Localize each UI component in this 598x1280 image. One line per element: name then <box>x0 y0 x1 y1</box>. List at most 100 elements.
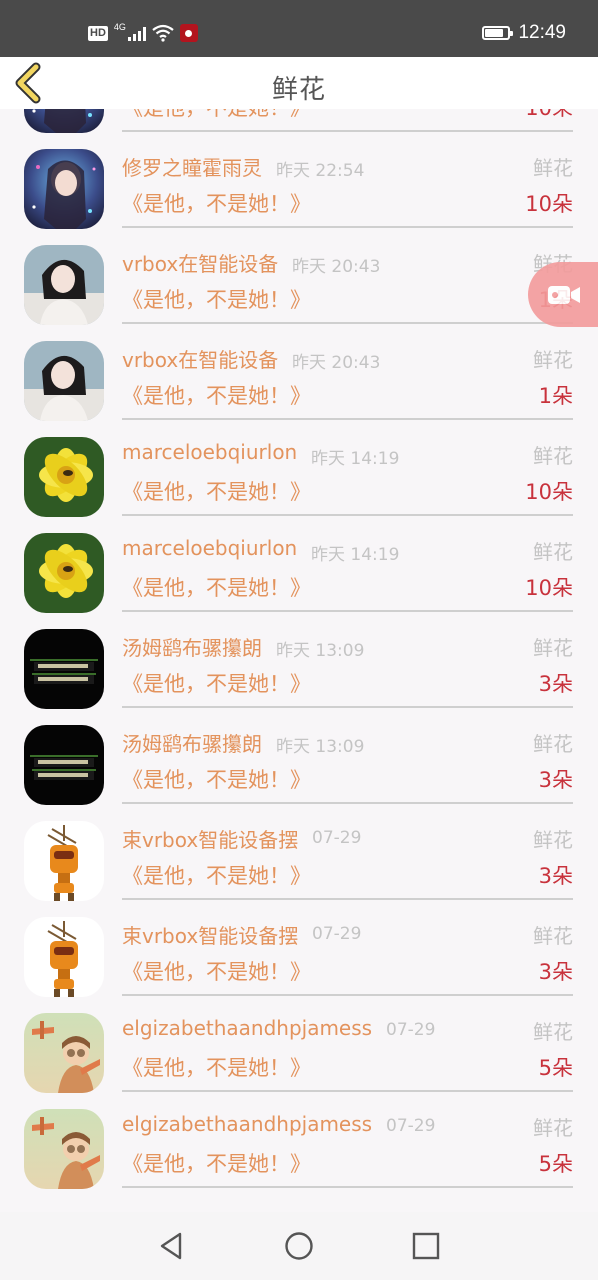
username[interactable]: elgizabethaandhpjamess <box>122 1112 372 1136</box>
user-avatar[interactable] <box>24 437 104 517</box>
user-avatar[interactable] <box>24 149 104 229</box>
home-circle-icon <box>285 1232 313 1260</box>
signal-icon <box>127 25 146 41</box>
divider <box>122 610 573 612</box>
gift-record-list-inner: 修罗之瞳霍雨灵昨天 22:54鲜花《是他，不是她！》10朵修罗之瞳霍雨灵昨天 2… <box>0 109 598 1195</box>
gift-count: 10朵 <box>525 109 573 122</box>
divider <box>122 802 573 804</box>
gift-type: 鲜花 <box>533 828 573 852</box>
nav-home-button[interactable] <box>283 1230 315 1262</box>
gift-type: 鲜花 <box>533 1020 573 1044</box>
book-title[interactable]: 《是他，不是她！》 <box>122 668 311 698</box>
book-title[interactable]: 《是他，不是她！》 <box>122 1148 311 1178</box>
user-avatar[interactable] <box>24 821 104 901</box>
gift-count: 5朵 <box>538 1152 573 1176</box>
gift-type: 鲜花 <box>533 444 573 468</box>
divider <box>122 514 573 516</box>
book-title[interactable]: 《是他，不是她！》 <box>122 860 311 890</box>
list-item[interactable]: marceloebqiurlon 昨天 14:19 鲜花 《是他，不是她！》 10朵 <box>0 427 598 523</box>
divider <box>122 130 573 132</box>
user-avatar[interactable] <box>24 629 104 709</box>
user-avatar[interactable] <box>24 725 104 805</box>
list-item[interactable]: vrbox在智能设备昨天 20:43 鲜花《是他，不是她！》 1朵 <box>0 331 598 427</box>
recents-square-icon <box>412 1232 440 1260</box>
timestamp: 昨天 14:19 <box>311 449 400 469</box>
gift-count: 3朵 <box>538 864 573 888</box>
back-triangle-icon <box>160 1232 182 1260</box>
username[interactable]: marceloebqiurlon <box>122 440 297 464</box>
list-item[interactable]: elgizabethaandhpjamess 07-29 鲜花 《是他，不是她！》 5朵 <box>0 1099 598 1195</box>
timestamp: 昨天 14:19 <box>311 545 400 565</box>
timestamp: 昨天 13:09 <box>276 737 365 757</box>
list-item[interactable]: 束vrbox智能设备摆 07-29 鲜花《是他，不是她！》 3朵 <box>0 811 598 907</box>
list-item[interactable]: 汤姆鹞布骡攥朗 昨天 13:09 鲜花《是他，不是她！》 3朵 <box>0 619 598 715</box>
gift-type: 鲜花 <box>533 348 573 372</box>
status-time: 12:49 <box>518 22 566 43</box>
title-bar: 鲜花 <box>0 57 598 109</box>
list-item[interactable]: 束vrbox智能设备摆 07-29 鲜花 《是他，不是她！》 3朵 <box>0 907 598 1003</box>
list-item[interactable]: marceloebqiurlon 昨天 14:19 鲜花 《是他，不是她！》 10朵 <box>0 523 598 619</box>
username[interactable]: 汤姆鹞布骡攥朗 <box>122 632 262 661</box>
gift-type: 鲜花 <box>533 636 573 660</box>
divider <box>122 1090 573 1092</box>
gift-type: 鲜花 <box>533 540 573 564</box>
book-title[interactable]: 《是他，不是她！》 <box>122 764 311 794</box>
list-item[interactable]: 汤姆鹞布骡攥朗 昨天 13:09 鲜花《是他，不是她！》 3朵 <box>0 715 598 811</box>
username[interactable]: 束vrbox智能设备摆 <box>122 824 298 853</box>
user-avatar[interactable] <box>24 341 104 421</box>
timestamp: 07-29 <box>312 924 362 944</box>
wifi-icon <box>152 24 174 42</box>
username[interactable]: 汤姆鹞布骡攥朗 <box>122 728 262 757</box>
status-bar: HD 4G 12:49 <box>0 0 598 57</box>
floating-video-button[interactable] <box>528 262 598 327</box>
timestamp: 昨天 22:54 <box>276 161 365 181</box>
timestamp: 07-29 <box>312 828 362 848</box>
gift-count: 3朵 <box>538 672 573 696</box>
timestamp: 昨天 20:43 <box>292 353 381 373</box>
divider <box>122 226 573 228</box>
gift-record-list[interactable]: 修罗之瞳霍雨灵昨天 22:54鲜花《是他，不是她！》10朵修罗之瞳霍雨灵昨天 2… <box>0 109 598 1212</box>
gift-count: 1朵 <box>538 384 573 408</box>
list-item[interactable]: vrbox在智能设备昨天 20:43鲜花《是他，不是她！》1朵 <box>0 235 598 331</box>
list-item[interactable]: elgizabethaandhpjamess 07-29 鲜花《是他，不是她！》 5朵 <box>0 1003 598 1099</box>
user-avatar[interactable] <box>24 533 104 613</box>
username[interactable]: vrbox在智能设备 <box>122 248 278 277</box>
list-item[interactable]: 修罗之瞳霍雨灵昨天 22:54鲜花《是他，不是她！》10朵 <box>0 109 598 139</box>
list-item[interactable]: 修罗之瞳霍雨灵昨天 22:54鲜花《是他，不是她！》10朵 <box>0 139 598 235</box>
book-title[interactable]: 《是他，不是她！》 <box>122 572 311 602</box>
username[interactable]: vrbox在智能设备 <box>122 344 278 373</box>
username[interactable]: elgizabethaandhpjamess <box>122 1016 372 1040</box>
divider <box>122 898 573 900</box>
gift-count: 10朵 <box>525 192 573 216</box>
user-avatar[interactable] <box>24 1109 104 1189</box>
timestamp: 昨天 13:09 <box>276 641 365 661</box>
book-title[interactable]: 《是他，不是她！》 <box>122 476 311 506</box>
book-title[interactable]: 《是他，不是她！》 <box>122 188 311 218</box>
gift-count: 5朵 <box>538 1056 573 1080</box>
gift-count: 3朵 <box>538 768 573 792</box>
username[interactable]: 修罗之瞳霍雨灵 <box>122 152 262 181</box>
gift-type: 鲜花 <box>533 732 573 756</box>
user-avatar[interactable] <box>24 917 104 997</box>
book-title[interactable]: 《是他，不是她！》 <box>122 109 311 122</box>
status-right: 12:49 <box>482 22 566 44</box>
divider <box>122 994 573 996</box>
book-title[interactable]: 《是他，不是她！》 <box>122 284 311 314</box>
nav-back-button[interactable] <box>156 1230 188 1262</box>
username[interactable]: 束vrbox智能设备摆 <box>122 920 298 949</box>
status-left: HD 4G <box>88 22 198 42</box>
nav-recents-button[interactable] <box>410 1230 442 1262</box>
user-avatar[interactable] <box>24 109 104 133</box>
gift-count: 3朵 <box>538 960 573 984</box>
network-type-label: 4G <box>113 22 126 32</box>
book-title[interactable]: 《是他，不是她！》 <box>122 380 311 410</box>
screen-record-icon <box>179 24 198 42</box>
divider <box>122 706 573 708</box>
book-title[interactable]: 《是他，不是她！》 <box>122 956 311 986</box>
timestamp: 07-29 <box>386 1020 436 1040</box>
user-avatar[interactable] <box>24 1013 104 1093</box>
user-avatar[interactable] <box>24 245 104 325</box>
username[interactable]: marceloebqiurlon <box>122 536 297 560</box>
book-title[interactable]: 《是他，不是她！》 <box>122 1052 311 1082</box>
divider <box>122 418 573 420</box>
